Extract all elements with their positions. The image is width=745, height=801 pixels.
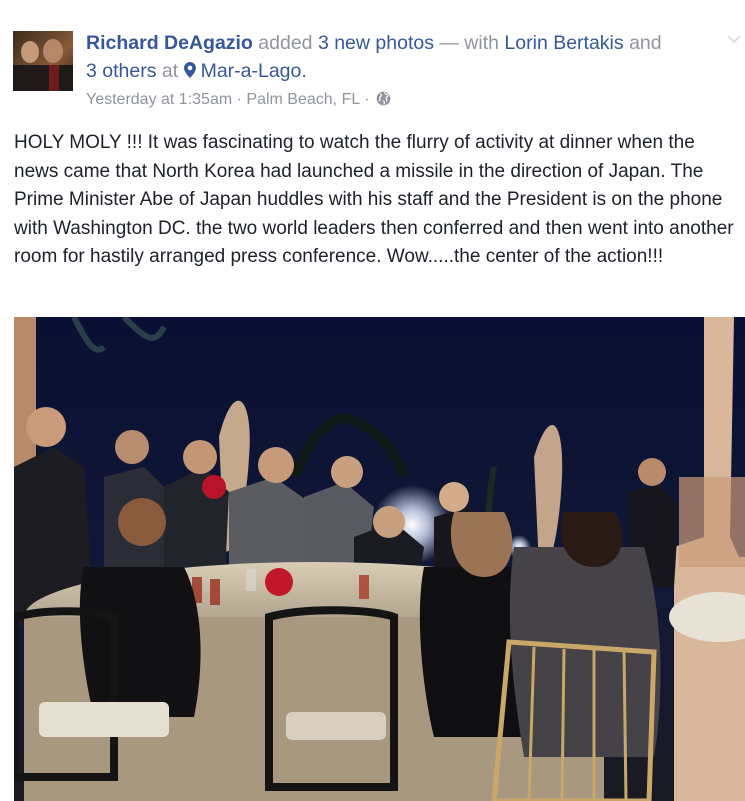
post-body-text: HOLY MOLY !!! It was fascinating to watc… (14, 132, 734, 268)
avatar[interactable] (13, 31, 73, 91)
place-link[interactable]: Palm Beach, FL (246, 91, 359, 108)
meta-separator: · (236, 91, 242, 108)
with-text: — with (439, 32, 499, 54)
tagged-person-link[interactable]: Lorin Bertakis (504, 32, 623, 54)
post-header-line-1: Richard DeAgazio added 3 new photos — wi… (86, 30, 662, 56)
and-text: and (629, 32, 662, 54)
timestamp-link[interactable]: Yesterday at 1:35am (86, 91, 232, 108)
new-photos-link[interactable]: 3 new photos (318, 32, 434, 54)
map-pin-icon (183, 62, 196, 78)
facebook-post: Richard DeAgazio added 3 new photos — wi… (0, 0, 745, 801)
others-link[interactable]: 3 others (86, 60, 156, 82)
at-text: at (161, 60, 179, 82)
location-name: Mar-a-Lago. (200, 60, 307, 82)
meta-separator: · (364, 91, 370, 108)
dinner-scene-image (14, 317, 745, 801)
globe-icon[interactable] (376, 91, 391, 106)
location-link[interactable]: Mar-a-Lago. (183, 60, 307, 82)
post-meta: Yesterday at 1:35am · Palm Beach, FL · (86, 89, 391, 111)
post-photo[interactable] (14, 317, 745, 801)
chevron-down-icon[interactable] (727, 34, 741, 44)
post-header-line-2: 3 others at Mar-a-Lago. (86, 58, 307, 84)
author-name-link[interactable]: Richard DeAgazio (86, 32, 253, 54)
action-text: added (258, 32, 313, 54)
